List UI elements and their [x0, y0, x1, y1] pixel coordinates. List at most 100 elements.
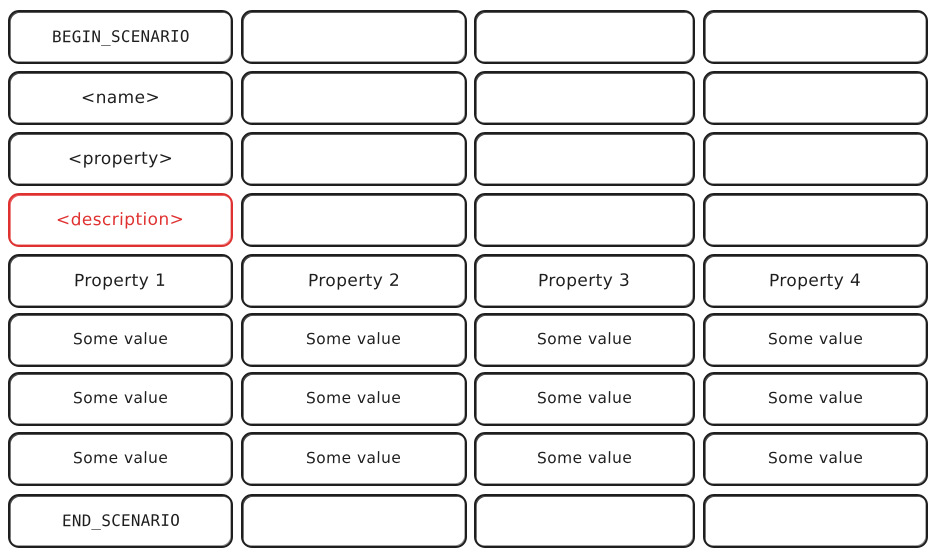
node-label: Some value — [72, 330, 169, 349]
cell-r7-c3: Some value — [474, 372, 695, 426]
node-label: BEGIN_SCENARIO — [51, 26, 190, 47]
cell-r7-c2: Some value — [241, 372, 467, 426]
cell-r2-c1: <name> — [8, 71, 233, 125]
node-box-value[interactable]: Some value — [241, 372, 467, 426]
node-box-placeholder[interactable]: <name> — [8, 71, 233, 125]
node-box-header[interactable]: Property 3 — [474, 254, 695, 308]
node-box-header[interactable]: Property 4 — [703, 254, 928, 308]
node-label: <name> — [80, 87, 161, 108]
cell-r9-c1: END_SCENARIO — [8, 494, 233, 548]
empty-node-box[interactable] — [703, 494, 928, 548]
node-box-value[interactable]: Some value — [8, 313, 233, 367]
property-row: <property> — [0, 132, 934, 186]
node-box-value[interactable]: Some value — [8, 432, 233, 486]
cell-r4-c4 — [703, 193, 928, 247]
cell-r3-c2 — [241, 132, 467, 186]
node-box-keyword[interactable]: BEGIN_SCENARIO — [8, 10, 233, 64]
node-box-keyword[interactable]: END_SCENARIO — [8, 494, 233, 548]
cell-r1-c2 — [241, 10, 467, 64]
empty-node-box[interactable] — [241, 71, 467, 125]
cell-r4-c1: <description> — [8, 193, 233, 247]
name-row: <name> — [0, 71, 934, 125]
cell-r8-c3: Some value — [474, 432, 695, 486]
empty-node-box[interactable] — [241, 494, 467, 548]
node-label: Property 4 — [769, 270, 862, 291]
node-box-value[interactable]: Some value — [241, 313, 467, 367]
empty-node-box[interactable] — [474, 10, 695, 64]
node-box-header[interactable]: Property 2 — [241, 254, 467, 308]
cell-r8-c2: Some value — [241, 432, 467, 486]
cell-r8-c4: Some value — [703, 432, 928, 486]
cell-r4-c2 — [241, 193, 467, 247]
cell-r1-c3 — [474, 10, 695, 64]
node-label: Some value — [536, 449, 633, 468]
node-label: END_SCENARIO — [61, 510, 180, 531]
description-row: <description> — [0, 193, 934, 247]
cell-r9-c3 — [474, 494, 695, 548]
end-scenario-row: END_SCENARIO — [0, 494, 934, 548]
empty-node-box[interactable] — [241, 10, 467, 64]
node-label: Some value — [72, 449, 169, 468]
property-header-row: Property 1 Property 2 Property 3 Property 4 — [0, 254, 934, 308]
node-box-placeholder[interactable]: <property> — [8, 132, 233, 186]
node-label: Some value — [306, 449, 402, 468]
cell-r8-c1: Some value — [8, 432, 233, 486]
empty-node-box[interactable] — [703, 71, 928, 125]
node-box-value[interactable]: Some value — [703, 372, 928, 426]
node-box-value[interactable]: Some value — [474, 372, 695, 426]
cell-r9-c4 — [703, 494, 928, 548]
node-label: Some value — [72, 389, 169, 408]
cell-r5-c3: Property 3 — [474, 254, 695, 308]
scenario-table-diagram: BEGIN_SCENARIO <name> <property> <descripti… — [0, 0, 934, 559]
empty-node-box[interactable] — [703, 10, 928, 64]
cell-r7-c4: Some value — [703, 372, 928, 426]
node-box-value[interactable]: Some value — [474, 432, 695, 486]
empty-node-box[interactable] — [241, 132, 467, 186]
node-box-header[interactable]: Property 1 — [8, 254, 233, 308]
node-box-value[interactable]: Some value — [703, 432, 928, 486]
node-box-value[interactable]: Some value — [474, 313, 695, 367]
node-label: <property> — [67, 148, 174, 169]
node-label: Some value — [536, 330, 633, 349]
node-box-value[interactable]: Some value — [703, 313, 928, 367]
empty-node-box[interactable] — [474, 494, 695, 548]
value-row-3: Some value Some value Some value Some value — [0, 432, 934, 486]
node-box-value[interactable]: Some value — [241, 432, 467, 486]
cell-r2-c3 — [474, 71, 695, 125]
cell-r1-c1: BEGIN_SCENARIO — [8, 10, 233, 64]
cell-r3-c1: <property> — [8, 132, 233, 186]
cell-r9-c2 — [241, 494, 467, 548]
empty-node-box[interactable] — [703, 132, 928, 186]
empty-node-box[interactable] — [474, 132, 695, 186]
value-row-2: Some value Some value Some value Some value — [0, 372, 934, 426]
cell-r4-c3 — [474, 193, 695, 247]
value-row-1: Some value Some value Some value Some value — [0, 313, 934, 367]
cell-r6-c2: Some value — [241, 313, 467, 367]
cell-r5-c1: Property 1 — [8, 254, 233, 308]
cell-r2-c2 — [241, 71, 467, 125]
node-label: <description> — [56, 209, 185, 230]
node-box-placeholder[interactable]: <description> — [8, 193, 233, 247]
begin-scenario-row: BEGIN_SCENARIO — [0, 10, 934, 64]
cell-r6-c1: Some value — [8, 313, 233, 367]
empty-node-box[interactable] — [241, 193, 467, 247]
node-label: Property 2 — [307, 270, 401, 291]
cell-r6-c3: Some value — [474, 313, 695, 367]
cell-r2-c4 — [703, 71, 928, 125]
cell-r5-c4: Property 4 — [703, 254, 928, 308]
node-label: Some value — [306, 389, 402, 408]
node-label: Some value — [767, 449, 864, 468]
cell-r6-c4: Some value — [703, 313, 928, 367]
node-label: Property 1 — [74, 270, 167, 291]
node-label: Some value — [306, 330, 402, 349]
empty-node-box[interactable] — [703, 193, 928, 247]
node-box-value[interactable]: Some value — [8, 372, 233, 426]
empty-node-box[interactable] — [474, 71, 695, 125]
node-label: Some value — [767, 330, 864, 349]
node-label: Some value — [536, 389, 633, 408]
cell-r3-c4 — [703, 132, 928, 186]
node-label: Property 3 — [538, 270, 631, 291]
empty-node-box[interactable] — [474, 193, 695, 247]
cell-r5-c2: Property 2 — [241, 254, 467, 308]
cell-r1-c4 — [703, 10, 928, 64]
